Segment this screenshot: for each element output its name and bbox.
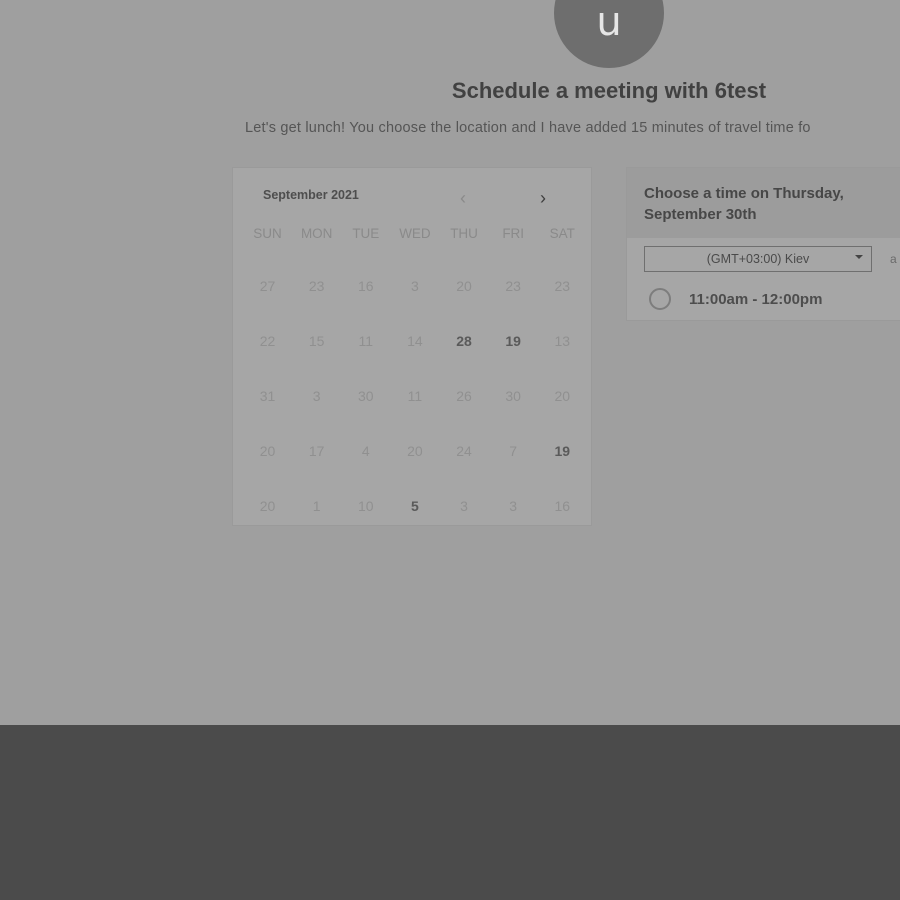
calendar-day-available[interactable]: 28: [440, 313, 489, 368]
calendar-day[interactable]: 27: [243, 258, 292, 313]
weekday-label: FRI: [502, 226, 525, 241]
caret-down-icon: [855, 255, 863, 259]
calendar-day[interactable]: 20: [440, 258, 489, 313]
host-avatar: u: [554, 0, 664, 68]
weekday-label: WED: [399, 226, 431, 241]
calendar-day[interactable]: 7: [489, 423, 538, 478]
calendar-day[interactable]: 10: [341, 478, 390, 533]
calendar-day[interactable]: 3: [440, 478, 489, 533]
weekday-label: SAT: [549, 226, 575, 241]
avatar-initial: u: [596, 0, 622, 45]
calendar-day[interactable]: 20: [243, 478, 292, 533]
calendar-day[interactable]: 24: [440, 423, 489, 478]
calendar-day[interactable]: 23: [489, 258, 538, 313]
calendar-day[interactable]: 23: [292, 258, 341, 313]
calendar-day[interactable]: 30: [489, 368, 538, 423]
page: u Schedule a meeting with 6test Let's ge…: [0, 0, 900, 725]
calendar-day[interactable]: 16: [538, 478, 587, 533]
calendar-day[interactable]: 20: [390, 423, 439, 478]
calendar-day[interactable]: 15: [292, 313, 341, 368]
weekday-header: SUN MON TUE WED THU FRI SAT: [243, 226, 587, 241]
weekday-label: THU: [450, 226, 478, 241]
timezone-value: (GMT+03:00) Kiev: [706, 252, 810, 266]
time-panel-header: Choose a time on Thursday, September 30t…: [627, 168, 900, 238]
page-title: Schedule a meeting with 6test: [451, 78, 767, 103]
calendar-day[interactable]: 22: [243, 313, 292, 368]
weekday-label: SUN: [253, 226, 282, 241]
calendar-day[interactable]: 16: [341, 258, 390, 313]
calendar-day[interactable]: 13: [538, 313, 587, 368]
event-description: Let's get lunch! You choose the location…: [245, 120, 811, 136]
calendar-day-available[interactable]: 19: [538, 423, 587, 478]
time-slot-label: 11:00am - 12:00pm: [689, 290, 823, 308]
calendar-day[interactable]: 17: [292, 423, 341, 478]
calendar-day[interactable]: 14: [390, 313, 439, 368]
time-panel-heading: Choose a time on Thursday, September 30t…: [644, 185, 844, 223]
calendar-day[interactable]: 1: [292, 478, 341, 533]
timezone-select[interactable]: (GMT+03:00) Kiev: [644, 246, 872, 272]
calendar-days: 27 23 16 3 20 23 23 22 15 11 14 28 19 13…: [243, 258, 587, 533]
calendar-day[interactable]: 11: [341, 313, 390, 368]
calendar-day[interactable]: 11: [390, 368, 439, 423]
chevron-left-icon[interactable]: ‹: [453, 188, 473, 208]
chevron-right-icon[interactable]: ›: [533, 188, 553, 208]
calendar-day[interactable]: 30: [341, 368, 390, 423]
date-picker: September 2021 ‹ › SUN MON TUE WED THU F…: [233, 168, 591, 525]
footer-band: [0, 725, 900, 900]
calendar-day-available[interactable]: 19: [489, 313, 538, 368]
calendar-day[interactable]: 31: [243, 368, 292, 423]
calendar-day[interactable]: 20: [538, 368, 587, 423]
calendar-month-label: September 2021: [263, 188, 359, 202]
calendar-day[interactable]: 3: [292, 368, 341, 423]
calendar-day-available[interactable]: 5: [390, 478, 439, 533]
calendar-day[interactable]: 26: [440, 368, 489, 423]
weekday-label: MON: [300, 226, 333, 241]
time-slot-option[interactable]: 11:00am - 12:00pm: [649, 288, 822, 310]
calendar-day[interactable]: 23: [538, 258, 587, 313]
calendar-day[interactable]: 3: [489, 478, 538, 533]
timezone-extra-text: a: [890, 252, 897, 266]
weekday-label: TUE: [352, 226, 380, 241]
time-slot-panel: Choose a time on Thursday, September 30t…: [627, 168, 900, 320]
calendar-day[interactable]: 3: [390, 258, 439, 313]
radio-button-icon[interactable]: [649, 288, 671, 310]
calendar-day[interactable]: 20: [243, 423, 292, 478]
calendar-day[interactable]: 4: [341, 423, 390, 478]
